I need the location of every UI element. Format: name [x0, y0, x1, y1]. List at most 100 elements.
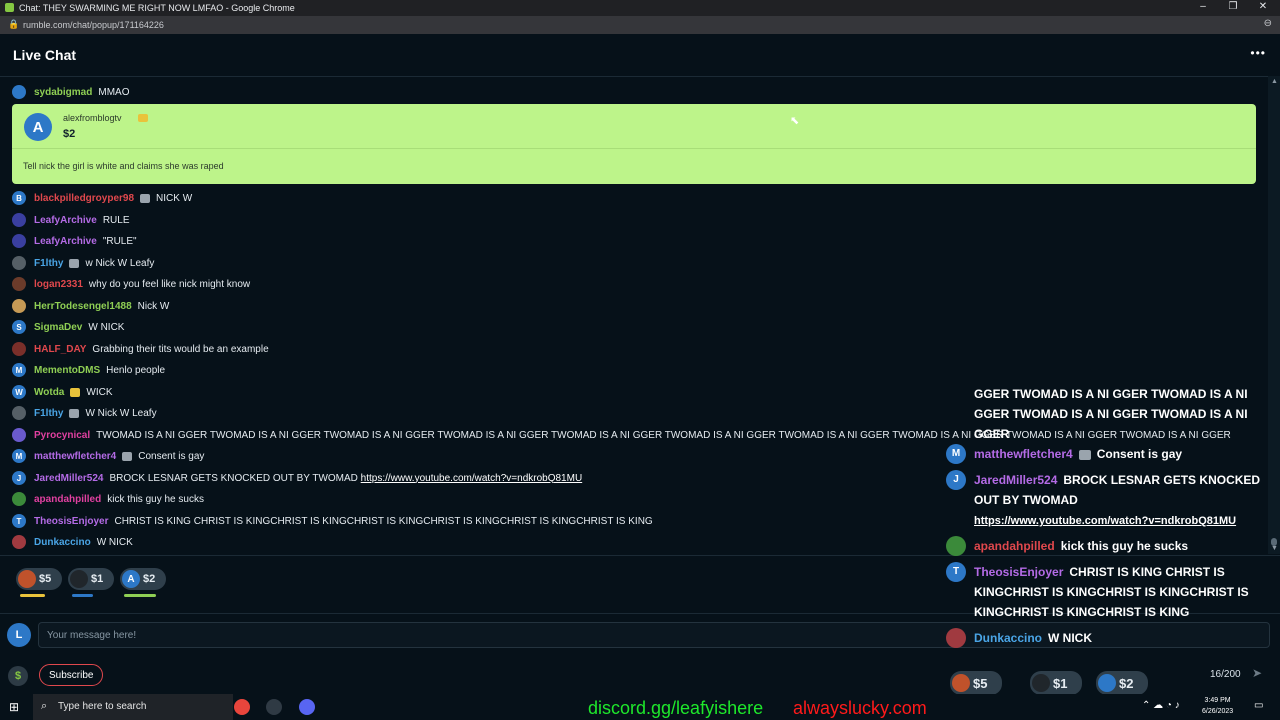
chat-message-text: Grabbing their tits would be an example: [92, 343, 269, 355]
chat-message-text: w Nick W Leafy: [85, 257, 155, 269]
chat-message: HerrTodesengel1488 Nick W: [12, 296, 169, 316]
url-text[interactable]: rumble.com/chat/popup/171164226: [23, 20, 164, 30]
chat-username[interactable]: LeafyArchive: [34, 236, 97, 247]
avatar[interactable]: T: [12, 514, 26, 528]
browser-title-bar: Chat: THEY SWARMING ME RIGHT NOW LMFAO -…: [0, 0, 1280, 16]
chat-username[interactable]: SigmaDev: [34, 322, 82, 333]
chat-username[interactable]: Pyrocynical: [34, 430, 90, 441]
lock-icon: 🔒: [8, 19, 20, 29]
chat-username[interactable]: HerrTodesengel1488: [34, 301, 132, 312]
search-placeholder: Type here to search: [58, 701, 147, 712]
chat-username[interactable]: Dunkaccino: [34, 537, 91, 548]
chat-username[interactable]: MementoDMS: [34, 365, 100, 376]
avatar[interactable]: A: [24, 113, 52, 141]
chat-message: apandahpilled kick this guy he sucks: [12, 489, 204, 509]
avatar[interactable]: M: [12, 363, 26, 377]
chat-message-text: NICK W: [156, 192, 193, 204]
rant-amount: $2: [63, 128, 76, 140]
pinned-rant-progress: [20, 594, 45, 597]
overlay-message-text: kick this guy he sucks: [1060, 539, 1189, 553]
windows-start-icon[interactable]: ⊞: [9, 700, 23, 714]
avatar: [1032, 674, 1050, 692]
system-clock[interactable]: 3:49 PM 6/26/2023: [1202, 695, 1233, 717]
pinned-rant-pill[interactable]: $5: [16, 568, 62, 590]
sub-badge-icon: [1078, 449, 1091, 460]
avatar[interactable]: [12, 406, 26, 420]
pinned-rant-amount: $5: [39, 573, 52, 585]
avatar[interactable]: J: [12, 471, 26, 485]
overlay-message-body: JaredMiller524 BROCK LESNAR GETS KNOCKED …: [974, 470, 1274, 531]
avatar[interactable]: [12, 234, 26, 248]
chat-username[interactable]: blackpilledgroyper98: [34, 193, 134, 204]
chat-username[interactable]: JaredMiller524: [34, 473, 104, 484]
rant-dollar-button[interactable]: $: [8, 666, 28, 686]
chat-username[interactable]: LeafyArchive: [34, 215, 97, 226]
avatar[interactable]: [12, 492, 26, 506]
avatar[interactable]: [12, 256, 26, 270]
overlay-rant-pill: $5: [950, 671, 1002, 695]
chat-username[interactable]: TheosisEnjoyer: [34, 516, 108, 527]
chat-message-text: WICK: [86, 386, 113, 398]
rant-username[interactable]: alexfromblogtv: [63, 113, 122, 123]
chat-username[interactable]: apandahpilled: [34, 494, 101, 505]
chat-message: sydabigmad MMAO: [12, 82, 129, 102]
pinned-rant-pill[interactable]: A $2: [120, 568, 166, 590]
avatar[interactable]: [12, 85, 26, 99]
avatar[interactable]: [12, 277, 26, 291]
tray-icons[interactable]: ⌃ ☁ ◔ ♪: [1142, 700, 1180, 711]
chat-message: LeafyArchive RULE: [12, 210, 130, 230]
avatar[interactable]: [12, 213, 26, 227]
obs-icon[interactable]: [266, 699, 282, 715]
overlay-message-body: matthewfletcher4 Consent is gay: [974, 444, 1274, 464]
restore-button[interactable]: ❐: [1223, 1, 1243, 12]
overlay-username: matthewfletcher4: [974, 447, 1073, 461]
avatar[interactable]: [12, 428, 26, 442]
more-dots-icon[interactable]: •••: [1250, 46, 1266, 60]
overlay-rant-pill: $1: [1030, 671, 1082, 695]
zoom-icon[interactable]: ⊖: [1264, 18, 1272, 29]
pinned-rant-pill[interactable]: $1: [68, 568, 114, 590]
chat-username[interactable]: Wotda: [34, 387, 64, 398]
chat-username[interactable]: sydabigmad: [34, 87, 92, 98]
subscribe-button[interactable]: Subscribe: [39, 664, 104, 686]
chat-username[interactable]: logan2331: [34, 279, 83, 290]
notification-icon[interactable]: ▭: [1254, 700, 1263, 711]
chat-message: Bblackpilledgroyper98 NICK W: [12, 188, 192, 208]
chat-message: J JaredMiller524 BROCK LESNAR GETS KNOCKED…: [12, 468, 582, 488]
avatar[interactable]: [12, 535, 26, 549]
overlay-message-body: apandahpilled kick this guy he sucks: [974, 536, 1274, 556]
overlay-message-link: https://www.youtube.com/watch?v=ndkrobQ8…: [974, 515, 1237, 527]
avatar[interactable]: [12, 342, 26, 356]
minimize-button[interactable]: –: [1193, 1, 1213, 12]
chrome-icon[interactable]: [234, 699, 250, 715]
chat-username[interactable]: HALF_DAY: [34, 344, 86, 355]
close-button[interactable]: ✕: [1253, 1, 1273, 12]
pinned-rant-progress: [124, 594, 156, 597]
rant-divider: [12, 148, 1256, 149]
scroll-up-icon[interactable]: ▲: [1271, 78, 1278, 85]
chat-message-text: Henlo people: [106, 364, 166, 376]
chat-username[interactable]: F1lthy: [34, 408, 63, 419]
discord-icon[interactable]: [299, 699, 315, 715]
address-bar[interactable]: 🔒 rumble.com/chat/popup/171164226 ⊖: [0, 16, 1280, 34]
chat-message: LeafyArchive "RULE": [12, 231, 137, 251]
avatar[interactable]: S: [12, 320, 26, 334]
chat-message-link[interactable]: https://www.youtube.com/watch?v=ndkrobQ8…: [361, 473, 583, 484]
avatar[interactable]: B: [12, 191, 26, 205]
rant-header: A alexfromblogtv $2: [12, 104, 1256, 148]
pinned-rant-progress: [72, 594, 93, 597]
rumble-favicon-icon: [5, 3, 14, 12]
sub-badge-icon: [69, 408, 80, 418]
taskbar-search[interactable]: ⌕ Type here to search: [33, 694, 233, 720]
chat-username[interactable]: matthewfletcher4: [34, 451, 116, 462]
avatar[interactable]: M: [12, 449, 26, 463]
chat-message: HALF_DAY Grabbing their tits would be an …: [12, 339, 269, 359]
avatar: [1098, 674, 1116, 692]
chat-username[interactable]: F1lthy: [34, 258, 63, 269]
chat-message: F1lthy W Nick W Leafy: [12, 403, 157, 423]
chat-message-text: kick this guy he sucks: [107, 493, 204, 505]
chat-message: M MementoDMS Henlo people: [12, 360, 165, 380]
avatar[interactable]: [12, 299, 26, 313]
rant-text: Tell nick the girl is white and claims s…: [23, 161, 224, 171]
avatar[interactable]: W: [12, 385, 26, 399]
